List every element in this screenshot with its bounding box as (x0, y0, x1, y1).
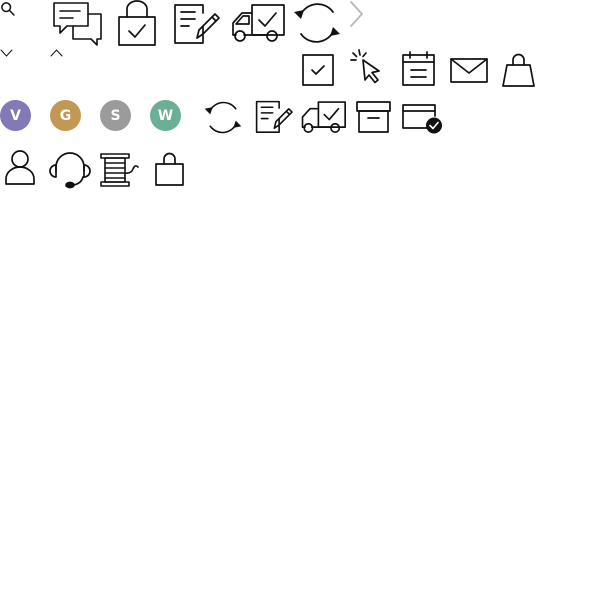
thread-spool-icon (100, 153, 139, 187)
chat-bubbles-icon (53, 2, 103, 46)
document-edit-icon (255, 100, 293, 133)
chevron-up-icon[interactable] (50, 49, 63, 57)
avatar-badge-g: G (50, 100, 81, 131)
delivery-truck-check-icon (300, 101, 346, 134)
avatar-badge-w: W (150, 100, 181, 131)
refresh-icon[interactable] (204, 100, 242, 135)
refresh-icon[interactable] (294, 1, 340, 45)
calendar-icon (402, 51, 435, 86)
document-edit-icon (173, 3, 220, 44)
checkbox-checked-icon[interactable] (302, 54, 334, 86)
avatar-badge-v: V (0, 100, 31, 131)
delivery-truck-check-icon (230, 4, 285, 43)
avatar-badge-s: S (100, 100, 131, 131)
lock-check-icon (117, 0, 157, 47)
shopping-bag-icon[interactable] (502, 53, 535, 87)
chevron-down-icon[interactable] (0, 49, 13, 57)
headset-support-icon (49, 152, 91, 189)
payment-card-check-icon (402, 104, 444, 135)
search-icon[interactable] (0, 1, 16, 17)
shopping-bag-icon[interactable] (153, 152, 186, 186)
archive-box-icon (356, 101, 391, 133)
cursor-click-icon (350, 49, 386, 85)
user-icon[interactable] (4, 150, 36, 185)
mail-icon[interactable] (450, 58, 488, 83)
chevron-right-icon[interactable] (349, 1, 363, 27)
